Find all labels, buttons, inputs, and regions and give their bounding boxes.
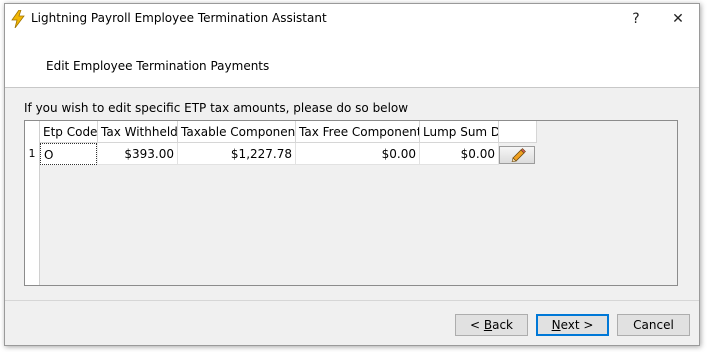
back-button-hotkey: B [483, 318, 493, 332]
wizard-header: Edit Employee Termination Payments [5, 34, 699, 88]
close-button[interactable]: ✕ [665, 8, 691, 30]
column-header-taxable-component[interactable]: Taxable Component [178, 121, 296, 143]
help-button[interactable]: ? [623, 8, 649, 30]
row-number: 1 [28, 147, 36, 160]
back-button[interactable]: < Back [455, 314, 528, 336]
lightning-icon [11, 9, 25, 29]
back-button-label: ack [492, 318, 513, 332]
next-button-hotkey: N [551, 318, 561, 332]
pencil-icon [511, 148, 526, 162]
next-button-label: ext > [560, 318, 594, 332]
edit-row-button[interactable] [499, 146, 535, 164]
cancel-button[interactable]: Cancel [617, 314, 690, 336]
cell-lump-sum-d[interactable]: $0.00 [420, 143, 499, 165]
window-title: Lightning Payroll Employee Termination A… [31, 11, 327, 25]
etp-grid[interactable]: Etp Code Tax Withheld Taxable Component … [24, 120, 678, 286]
column-header-action [499, 121, 537, 143]
cell-etp-code[interactable]: O [40, 143, 97, 165]
cell-taxable-component[interactable]: $1,227.78 [178, 143, 296, 165]
footer-divider [5, 300, 699, 301]
cell-tax-withheld[interactable]: $393.00 [98, 143, 178, 165]
column-header-tax-withheld[interactable]: Tax Withheld [98, 121, 178, 143]
instruction-text: If you wish to edit specific ETP tax amo… [24, 101, 409, 115]
next-button[interactable]: Next > [536, 314, 609, 336]
column-header-etp-code[interactable]: Etp Code [40, 121, 98, 143]
cell-tax-free-component[interactable]: $0.00 [296, 143, 420, 165]
page-subtitle: Edit Employee Termination Payments [46, 59, 270, 73]
back-button-prefix: < [469, 318, 484, 332]
title-bar: Lightning Payroll Employee Termination A… [5, 4, 699, 34]
column-header-lump-sum-d[interactable]: Lump Sum D [420, 121, 499, 143]
column-header-tax-free-component[interactable]: Tax Free Component [296, 121, 420, 143]
termination-assistant-window: Lightning Payroll Employee Termination A… [4, 3, 700, 346]
